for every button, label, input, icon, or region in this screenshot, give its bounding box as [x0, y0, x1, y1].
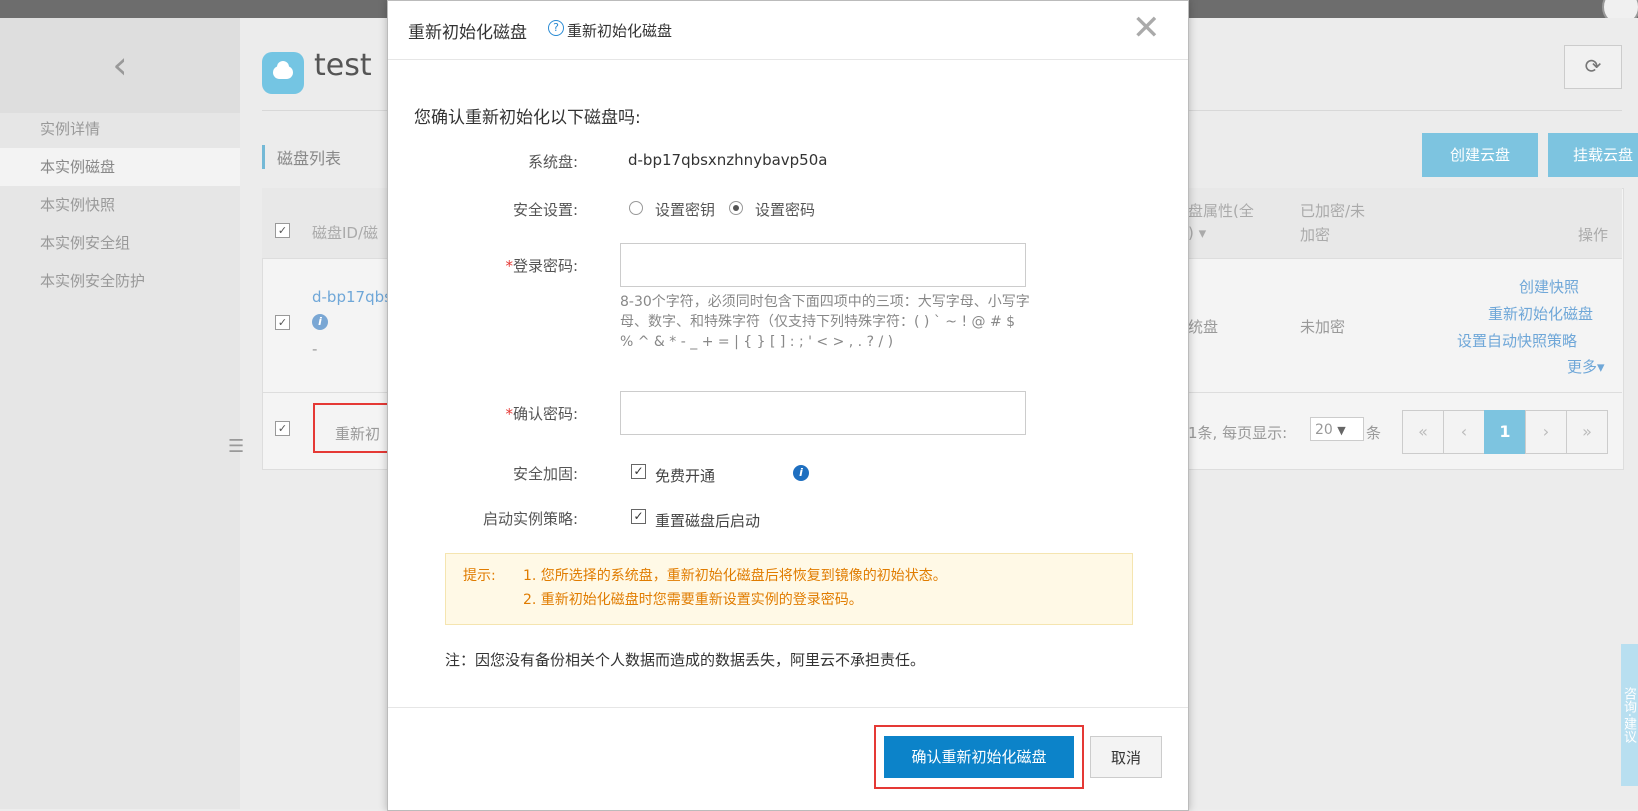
column-header-attr: 盘属性(全 [1188, 202, 1254, 220]
refresh-icon[interactable]: ⟳ [1564, 45, 1622, 89]
caret-down-icon: ▼ [1337, 424, 1346, 437]
create-disk-button[interactable]: 创建云盘 [1422, 133, 1538, 177]
disk-attr: 统盘 [1188, 318, 1219, 336]
cancel-button[interactable]: 取消 [1090, 736, 1162, 778]
column-header-encrypted-2: 加密 [1300, 226, 1331, 244]
radio-set-password[interactable] [729, 201, 743, 215]
disclaimer-note: 注：因您没有备份相关个人数据而造成的数据丢失，阿里云不承担责任。 [445, 651, 926, 669]
confirm-password-label: *确认密码: [505, 405, 578, 423]
info-icon[interactable]: i [793, 465, 809, 481]
sidebar-item-instance-disks[interactable]: 本实例磁盘 [0, 148, 240, 186]
column-header-id: 磁盘ID/磁 [312, 224, 379, 242]
attach-disk-button[interactable]: 挂载云盘 [1548, 133, 1638, 177]
pagination-summary: 1条, 每页显示: [1188, 424, 1288, 442]
auto-snapshot-link[interactable]: 设置自动快照策略 [1457, 330, 1577, 351]
page-first[interactable]: « [1402, 410, 1444, 454]
cloud-icon [262, 52, 304, 94]
radio-set-key-label[interactable]: 设置密钥 [655, 199, 715, 220]
sort-down-icon[interactable]: ▾ [1199, 224, 1207, 242]
row-checkbox[interactable]: ✓ [275, 315, 290, 330]
reinit-disk-dialog: 重新初始化磁盘 ? 重新初始化磁盘 ✕ 您确认重新初始化以下磁盘吗: 系统盘: … [387, 0, 1189, 811]
hardening-label: 安全加固: [512, 465, 578, 483]
help-icon[interactable]: ? [548, 20, 564, 36]
login-password-input[interactable] [620, 243, 1026, 287]
radio-set-key[interactable] [629, 201, 643, 215]
divider [388, 707, 1188, 708]
startup-option-label[interactable]: 重置磁盘后启动 [655, 510, 760, 531]
section-title: 磁盘列表 [262, 145, 341, 169]
disk-dash: - [312, 340, 318, 358]
reinit-disk-link[interactable]: 重新初始化磁盘 [1488, 303, 1593, 324]
startup-checkbox[interactable]: ✓ [631, 509, 646, 524]
confirm-password-input[interactable] [620, 391, 1026, 435]
page-next[interactable]: › [1525, 410, 1567, 454]
select-all-checkbox[interactable]: ✓ [275, 223, 290, 238]
hardening-option-label[interactable]: 免费开通 [655, 465, 715, 486]
dialog-title: 重新初始化磁盘 [408, 23, 527, 43]
create-snapshot-link[interactable]: 创建快照 [1519, 276, 1579, 297]
help-link[interactable]: 重新初始化磁盘 [567, 20, 672, 41]
hardening-checkbox[interactable]: ✓ [631, 464, 646, 479]
caret-down-icon: ▾ [1597, 358, 1605, 376]
footer-checkbox[interactable]: ✓ [275, 421, 290, 436]
disk-encrypted: 未加密 [1300, 318, 1346, 336]
collapse-handle-icon[interactable]: ☰ [228, 436, 244, 457]
divider [388, 59, 1188, 60]
close-icon[interactable]: ✕ [1132, 11, 1161, 45]
page-size-select[interactable]: 20 ▼ [1310, 417, 1364, 441]
sidebar-item-security-protection[interactable]: 本实例安全防护 [0, 262, 240, 300]
sidebar-item-instance-snapshots[interactable]: 本实例快照 [0, 186, 240, 224]
system-disk-value: d-bp17qbsxnzhnybavp50a [628, 151, 828, 169]
feedback-tab[interactable]: 咨询·建议 [1621, 644, 1638, 786]
column-header-attr-2: ) ▾ [1188, 224, 1207, 242]
security-label: 安全设置: [512, 201, 578, 219]
page-size-unit: 条 [1366, 424, 1382, 442]
login-password-label: *登录密码: [505, 257, 578, 275]
radio-set-password-label[interactable]: 设置密码 [755, 199, 815, 220]
info-icon[interactable]: i [312, 314, 328, 330]
sidebar: ‹ 实例详情 本实例磁盘 本实例快照 本实例安全组 本实例安全防护 [0, 18, 240, 809]
highlight-box [874, 725, 1084, 789]
page-title: test [314, 48, 372, 83]
password-hint: 8-30个字符，必须同时包含下面四项中的三项：大写字母、小写字母、数字、和特殊字… [620, 294, 1030, 350]
page-current[interactable]: 1 [1484, 410, 1526, 454]
confirm-question: 您确认重新初始化以下磁盘吗: [414, 108, 641, 128]
chevron-left-icon[interactable]: ‹ [0, 18, 240, 113]
tip-label: 提示: [463, 568, 496, 584]
tip-line-2: 2. 重新初始化磁盘时您需要重新设置实例的登录密码。 [523, 592, 863, 608]
sidebar-item-security-groups[interactable]: 本实例安全组 [0, 224, 240, 262]
page-last[interactable]: » [1566, 410, 1608, 454]
tip-line-1: 1. 您所选择的系统盘，重新初始化磁盘后将恢复到镜像的初始状态。 [523, 568, 947, 584]
column-header-ops: 操作 [1578, 226, 1609, 244]
tip-box: 提示: 1. 您所选择的系统盘，重新初始化磁盘后将恢复到镜像的初始状态。 2. … [445, 553, 1133, 625]
startup-label: 启动实例策略: [482, 510, 578, 528]
page-prev[interactable]: ‹ [1443, 410, 1485, 454]
highlight-box [313, 403, 391, 453]
disk-id-link[interactable]: d-bp17qbs [312, 288, 392, 306]
more-dropdown[interactable]: 更多▾ [1567, 356, 1605, 377]
column-header-encrypted: 已加密/未 [1300, 202, 1366, 220]
system-disk-label: 系统盘: [527, 153, 578, 171]
sidebar-item-instance-details[interactable]: 实例详情 [0, 110, 240, 148]
